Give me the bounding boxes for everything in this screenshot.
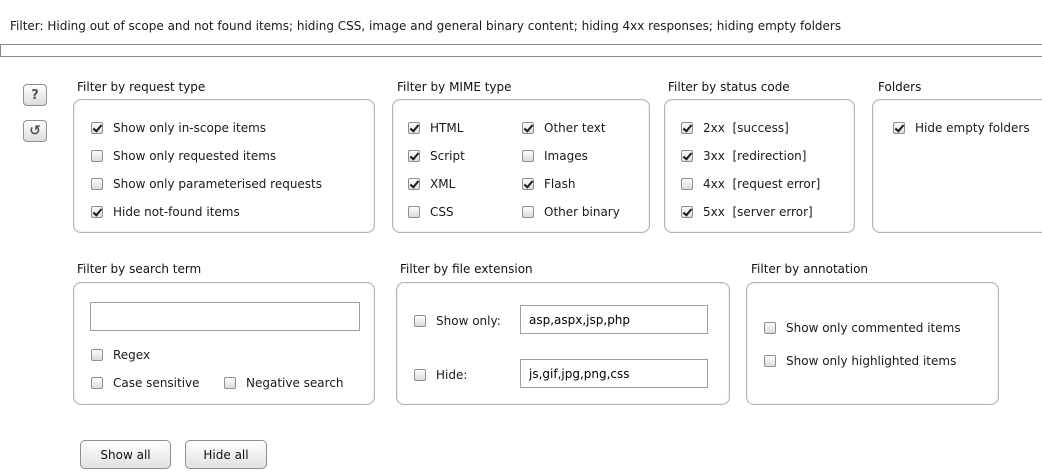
status-3xx-option[interactable]: 3xx [redirection] bbox=[681, 149, 806, 163]
ext-show-only-checkbox[interactable] bbox=[414, 315, 426, 327]
annotation-group bbox=[746, 282, 999, 405]
ext-hide-input[interactable] bbox=[520, 359, 708, 388]
request-type-title: Filter by request type bbox=[77, 80, 206, 94]
mime-flash-checkbox[interactable] bbox=[522, 178, 534, 190]
hide-all-button[interactable]: Hide all bbox=[185, 440, 267, 469]
ext-show-only-input[interactable] bbox=[520, 305, 708, 334]
show-requested-option[interactable]: Show only requested items bbox=[91, 149, 276, 163]
ext-hide-option[interactable]: Hide: bbox=[414, 368, 467, 382]
option-label: Flash bbox=[544, 177, 576, 191]
hide-empty-folders-option[interactable]: Hide empty folders bbox=[893, 121, 1030, 135]
commented-items-checkbox[interactable] bbox=[764, 322, 776, 334]
option-label: CSS bbox=[430, 205, 454, 219]
search-term-title: Filter by search term bbox=[77, 262, 202, 276]
folders-title: Folders bbox=[878, 80, 922, 94]
status-5xx-checkbox[interactable] bbox=[681, 206, 693, 218]
hide-empty-folders-checkbox[interactable] bbox=[893, 122, 905, 134]
option-label: Other text bbox=[544, 121, 606, 135]
mime-css-option[interactable]: CSS bbox=[408, 205, 454, 219]
mime-xml-option[interactable]: XML bbox=[408, 177, 455, 191]
option-label: Regex bbox=[113, 348, 151, 362]
regex-option[interactable]: Regex bbox=[91, 348, 150, 362]
status-3xx-checkbox[interactable] bbox=[681, 150, 693, 162]
status-2xx-checkbox[interactable] bbox=[681, 122, 693, 134]
mime-xml-checkbox[interactable] bbox=[408, 178, 420, 190]
show-requested-checkbox[interactable] bbox=[91, 150, 103, 162]
status-4xx-checkbox[interactable] bbox=[681, 178, 693, 190]
option-label: XML bbox=[430, 177, 456, 191]
option-label: 3xx [redirection] bbox=[703, 149, 807, 163]
search-term-input[interactable] bbox=[90, 302, 360, 331]
option-label: HTML bbox=[430, 121, 464, 135]
reset-icon: ↺ bbox=[29, 123, 41, 139]
help-button[interactable]: ? bbox=[23, 84, 47, 106]
reset-button[interactable]: ↺ bbox=[23, 120, 47, 142]
option-label: Hide empty folders bbox=[915, 121, 1030, 135]
mime-html-option[interactable]: HTML bbox=[408, 121, 463, 135]
highlighted-items-option[interactable]: Show only highlighted items bbox=[764, 354, 956, 368]
mime-other-text-checkbox[interactable] bbox=[522, 122, 534, 134]
option-label: 5xx [server error] bbox=[703, 205, 813, 219]
mime-script-option[interactable]: Script bbox=[408, 149, 465, 163]
option-label: Other binary bbox=[544, 205, 620, 219]
folders-group bbox=[872, 99, 1042, 233]
mime-html-checkbox[interactable] bbox=[408, 122, 420, 134]
negative-search-checkbox[interactable] bbox=[224, 377, 236, 389]
mime-images-checkbox[interactable] bbox=[522, 150, 534, 162]
option-label: Hide not-found items bbox=[113, 205, 240, 219]
annotation-title: Filter by annotation bbox=[751, 262, 869, 276]
option-label: Show only commented items bbox=[786, 321, 961, 335]
hide-not-found-option[interactable]: Hide not-found items bbox=[91, 205, 240, 219]
status-5xx-option[interactable]: 5xx [server error] bbox=[681, 205, 813, 219]
commented-items-option[interactable]: Show only commented items bbox=[764, 321, 961, 335]
option-label: Script bbox=[430, 149, 465, 163]
ext-hide-checkbox[interactable] bbox=[414, 369, 426, 381]
mime-type-title: Filter by MIME type bbox=[397, 80, 512, 94]
option-label: Show only parameterised requests bbox=[113, 177, 323, 191]
option-label: Show only: bbox=[436, 314, 501, 328]
case-sensitive-checkbox[interactable] bbox=[91, 377, 103, 389]
show-in-scope-checkbox[interactable] bbox=[91, 122, 103, 134]
option-label: Hide: bbox=[436, 368, 468, 382]
option-label: Show only in-scope items bbox=[113, 121, 267, 135]
mime-other-binary-option[interactable]: Other binary bbox=[522, 205, 620, 219]
filter-bar[interactable]: Filter: Hiding out of scope and not foun… bbox=[0, 0, 1042, 45]
option-label: 2xx [success] bbox=[703, 121, 789, 135]
mime-css-checkbox[interactable] bbox=[408, 206, 420, 218]
filter-summary-text[interactable]: Filter: Hiding out of scope and not foun… bbox=[10, 19, 841, 33]
hide-not-found-checkbox[interactable] bbox=[91, 206, 103, 218]
ext-show-only-option[interactable]: Show only: bbox=[414, 314, 501, 328]
show-parameterised-checkbox[interactable] bbox=[91, 178, 103, 190]
show-parameterised-option[interactable]: Show only parameterised requests bbox=[91, 177, 322, 191]
negative-search-option[interactable]: Negative search bbox=[224, 376, 344, 390]
mime-other-text-option[interactable]: Other text bbox=[522, 121, 606, 135]
status-4xx-option[interactable]: 4xx [request error] bbox=[681, 177, 820, 191]
status-code-title: Filter by status code bbox=[668, 80, 790, 94]
regex-checkbox[interactable] bbox=[91, 349, 103, 361]
option-label: Show only requested items bbox=[113, 149, 277, 163]
mime-other-binary-checkbox[interactable] bbox=[522, 206, 534, 218]
mime-script-checkbox[interactable] bbox=[408, 150, 420, 162]
option-label: Case sensitive bbox=[113, 376, 200, 390]
mime-flash-option[interactable]: Flash bbox=[522, 177, 575, 191]
status-2xx-option[interactable]: 2xx [success] bbox=[681, 121, 789, 135]
case-sensitive-option[interactable]: Case sensitive bbox=[91, 376, 200, 390]
mime-images-option[interactable]: Images bbox=[522, 149, 588, 163]
file-extension-title: Filter by file extension bbox=[400, 262, 533, 276]
option-label: Images bbox=[544, 149, 588, 163]
highlighted-items-checkbox[interactable] bbox=[764, 355, 776, 367]
show-all-button[interactable]: Show all bbox=[80, 440, 171, 469]
show-in-scope-option[interactable]: Show only in-scope items bbox=[91, 121, 266, 135]
option-label: Negative search bbox=[246, 376, 344, 390]
option-label: Show only highlighted items bbox=[786, 354, 957, 368]
option-label: 4xx [request error] bbox=[703, 177, 821, 191]
help-icon: ? bbox=[31, 87, 39, 103]
